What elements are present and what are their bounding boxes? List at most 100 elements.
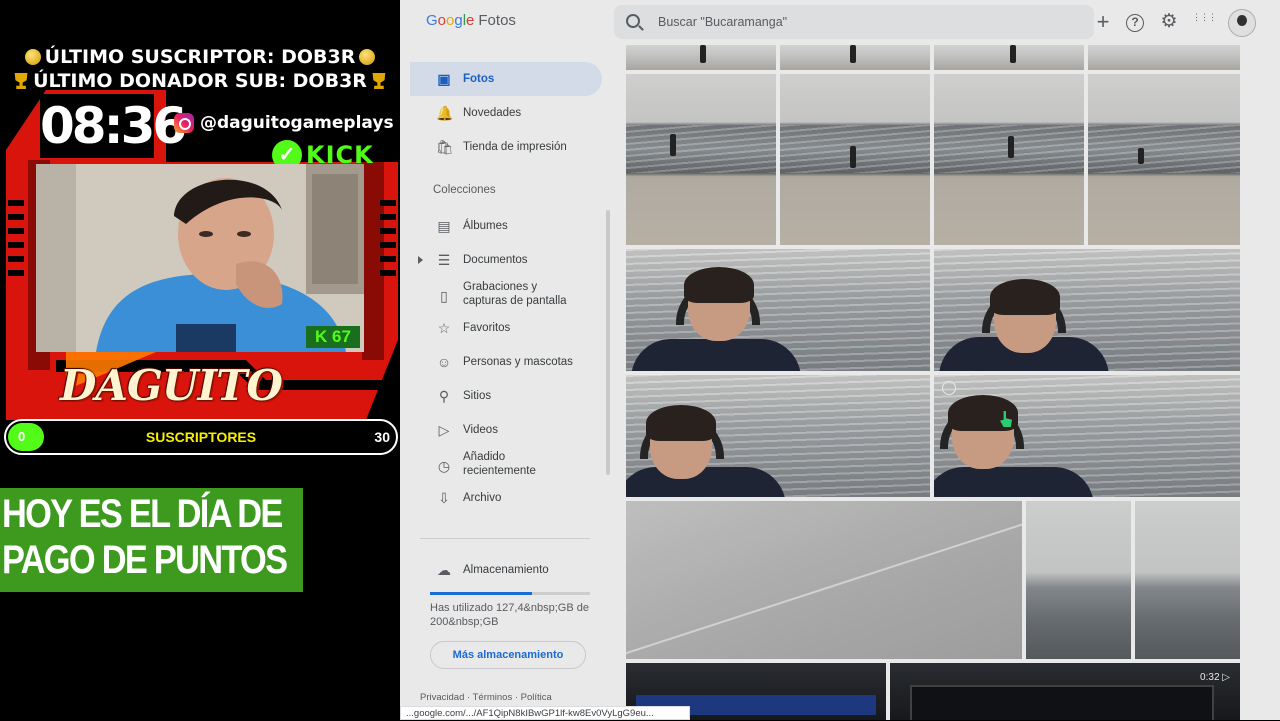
last-donor-text: ÚLTIMO DONADOR SUB: DOB3R [33,70,367,92]
sidebar-item-label: Álbumes [463,220,508,232]
screenshot-icon: ▯ [440,288,448,304]
status-url: ...google.com/.../AF1QipN8kIBwGP1lf-kw8E… [400,706,690,720]
photo-thumbnail[interactable] [626,375,930,497]
account-avatar[interactable] [1228,9,1256,37]
sidebar-item-videos[interactable]: ▷ Videos [410,413,602,447]
sidebar-item-documentos[interactable]: ☰ Documentos [410,243,602,277]
logo-letter: e [466,12,475,29]
google-photos-window: Google Fotos Buscar "Bucaramanga" + ? ⚙ ⋮… [400,0,1280,720]
apps-grid-icon[interactable]: ⋮⋮⋮ [1192,13,1217,36]
subscriber-goal-max: 30 [374,429,390,445]
sidebar-item-grabaciones[interactable]: ▯ Grabaciones y capturas de pantalla [410,277,602,315]
sidebar-item-personas[interactable]: ☺ Personas y mascotas [410,345,602,379]
medal-icon [24,49,41,65]
location-pin-icon: ⚲ [438,388,450,404]
storage-usage-bar [430,592,590,595]
sidebar-scrollbar[interactable] [606,210,610,475]
app-header: Google Fotos Buscar "Bucaramanga" + ? ⚙ ⋮… [400,0,1280,45]
photo-icon: ▣ [437,71,451,87]
label-line: Añadido [463,451,506,463]
label-line: capturas de pantalla [463,295,567,307]
sidebar-item-almacenamiento[interactable]: ☁ Almacenamiento [410,553,602,587]
logo-letter: g [454,12,463,29]
photo-thumbnail[interactable] [780,74,930,245]
video-duration-text: 0:32 [1200,672,1220,683]
sidebar-item-label: Tienda de impresión [463,141,567,153]
sidebar-item-label: Grabaciones y capturas de pantalla [463,280,567,308]
photo-thumbnail[interactable] [934,249,1240,371]
photo-thumbnail[interactable] [626,74,776,245]
photo-thumbnail[interactable] [780,45,930,70]
sidebar-item-label: Sitios [463,390,492,402]
video-duration: 0:32 ▷ [1200,672,1230,683]
collections-heading: Colecciones [433,184,496,196]
points-banner: HOY ES EL DÍA DE PAGO DE PUNTOS [0,488,303,592]
sidebar-item-label: Archivo [463,492,502,504]
video-thumbnail[interactable]: 0:32 ▷ [890,663,1240,720]
last-subscriber-line: ÚLTIMO SUSCRIPTOR: DOB3R [0,46,400,68]
sidebar-item-tienda[interactable]: 🛍 Tienda de impresión [410,130,602,164]
album-icon: ▤ [437,218,451,234]
stream-overlay: ÚLTIMO SUSCRIPTOR: DOB3R ÚLTIMO DONADOR … [0,0,400,720]
photo-thumbnail[interactable] [626,501,1022,659]
sidebar-item-label: Personas y mascotas [463,356,573,368]
face-icon: ☺ [436,354,452,370]
plus-icon[interactable]: + [1092,11,1114,33]
photo-thumbnail[interactable] [1026,501,1131,659]
sidebar-item-label: Novedades [463,107,522,119]
label-line: Grabaciones y [463,281,538,293]
photo-thumbnail[interactable] [626,249,930,371]
search-input[interactable]: Buscar "Bucaramanga" [614,5,1094,39]
streamer-name-logo: DAGUITO [60,361,283,410]
storage-usage-text: Has utilizado 127,4&nbsp;GB de 200&nbsp;… [430,602,589,628]
more-storage-button[interactable]: Más almacenamiento [430,641,586,669]
archive-icon: ⇩ [438,490,450,506]
play-circle-icon: ▷ [438,422,450,438]
sidebar-item-albumes[interactable]: ▤ Álbumes [410,209,602,243]
photo-thumbnail[interactable] [1088,74,1240,245]
trophy-icon [372,73,386,89]
google-photos-logo[interactable]: Google Fotos [426,12,516,29]
footer-links[interactable]: Privacidad · Términos · Política [420,692,552,703]
clock-icon: ◷ [437,458,451,474]
instagram-icon [174,113,194,133]
play-circle-icon: ▷ [1222,672,1230,683]
medal-icon [359,49,376,65]
sidebar-divider [420,538,590,539]
search-icon[interactable] [626,14,640,28]
logo-letter: G [426,12,438,29]
sidebar-item-archivo[interactable]: ⇩ Archivo [410,481,602,515]
sidebar-item-sitios[interactable]: ⚲ Sitios [410,379,602,413]
settings-icon[interactable]: ⚙ [1158,11,1180,33]
sidebar-item-fotos[interactable]: ▣ Fotos [410,62,602,96]
select-check-icon[interactable] [942,381,956,395]
kick-count-badge: K 67 [306,326,360,348]
webcam-feed [36,164,364,352]
photo-grid: 0:32 ▷ [626,45,1240,720]
sidebar-item-novedades[interactable]: 🔔 Novedades [410,96,602,130]
photo-thumbnail[interactable] [1088,45,1240,70]
photo-thumbnail[interactable] [934,74,1084,245]
photo-thumbnail[interactable] [934,45,1084,70]
instagram-handle: @daguitogameplays [200,113,394,133]
sidebar-item-label: Almacenamiento [463,564,549,576]
shopping-bag-icon: 🛍 [436,139,454,155]
sidebar-item-label: Añadido recientemente [463,450,536,478]
document-icon: ☰ [437,252,451,268]
sidebar-item-recientes[interactable]: ◷ Añadido recientemente [410,447,602,485]
trophy-icon [14,73,28,89]
subscriber-goal-bar: 0 SUSCRIPTORES 30 [4,419,398,455]
cloud-icon: ☁ [437,562,451,578]
label-line: recientemente [463,465,536,477]
search-placeholder: Buscar "Bucaramanga" [658,15,788,29]
banner-line-2: PAGO DE PUNTOS [2,538,288,582]
sidebar-item-label: Fotos [463,73,495,85]
logo-letter: o [437,12,447,29]
webcam-image [36,164,364,352]
photo-thumbnail[interactable] [626,45,776,70]
photo-thumbnail[interactable] [1135,501,1240,659]
help-icon[interactable]: ? [1126,14,1144,32]
sidebar-item-favoritos[interactable]: ☆ Favoritos [410,311,602,345]
sidebar: ▣ Fotos 🔔 Novedades 🛍 Tienda de impresió… [400,45,615,720]
photo-thumbnail-selected[interactable] [934,375,1240,497]
